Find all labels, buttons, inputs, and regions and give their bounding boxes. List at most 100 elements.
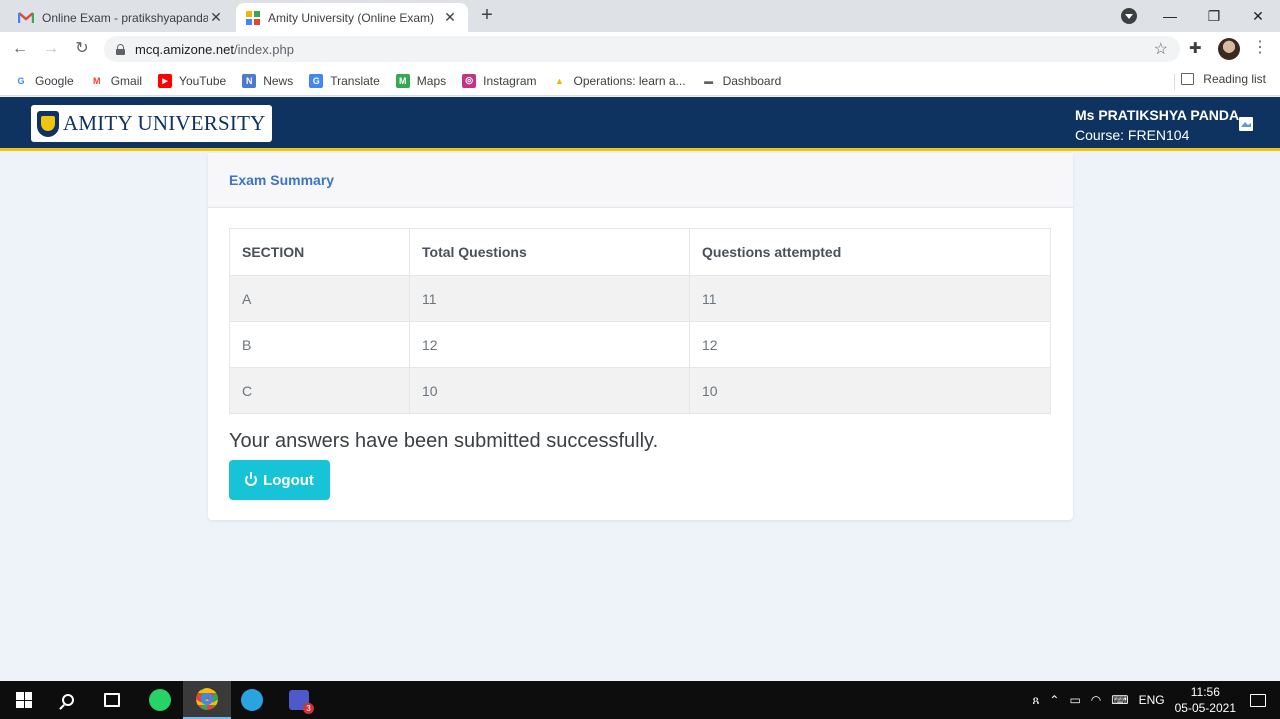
bookmark-gmail[interactable]: M Gmail	[90, 74, 142, 88]
gmail-icon	[17, 11, 35, 24]
people-icon[interactable]: ጸ	[1032, 693, 1039, 708]
total-cell: 11	[409, 275, 690, 322]
wifi-icon[interactable]: ◠	[1091, 693, 1101, 707]
url-path: /index.php	[234, 41, 294, 57]
window-controls: — ❐ ✕	[1148, 0, 1280, 32]
table-header-row: SECTION Total Questions Questions attemp…	[229, 228, 1051, 276]
tab-amity-exam[interactable]: Amity University (Online Exam) ✕	[236, 3, 468, 32]
whatsapp-app[interactable]	[136, 681, 184, 719]
clock-time: 11:56	[1190, 685, 1220, 699]
logout-label: Logout	[263, 471, 314, 489]
teams-app[interactable]: 3	[275, 681, 323, 719]
tab-online-exam[interactable]: Online Exam - pratikshyapanda2... ✕	[8, 3, 234, 32]
bookmark-maps[interactable]: M Maps	[395, 73, 447, 88]
restore-icon[interactable]: ❐	[1192, 8, 1236, 25]
language-indicator[interactable]: ENG	[1139, 693, 1165, 707]
profile-avatar[interactable]	[1218, 38, 1240, 60]
youtube-icon: ▶	[158, 73, 173, 88]
bookmark-instagram[interactable]: ◎ Instagram	[462, 73, 537, 88]
chrome-app[interactable]	[183, 681, 231, 719]
forward-icon[interactable]: →	[40, 38, 62, 60]
bookmark-star-icon[interactable]: ☆	[1154, 39, 1168, 59]
telegram-app[interactable]	[228, 681, 276, 719]
bookmark-label: Dashboard	[722, 73, 782, 88]
bookmark-youtube[interactable]: ▶ YouTube	[158, 73, 227, 88]
table-row: C 10 10	[229, 367, 1051, 414]
clock[interactable]: 11:56 05-05-2021	[1175, 684, 1236, 716]
close-icon[interactable]: ✕	[442, 9, 458, 26]
total-cell: 12	[409, 321, 690, 368]
notification-badge: 3	[303, 703, 314, 714]
new-tab-button[interactable]: +	[476, 4, 498, 27]
lock-icon[interactable]	[116, 43, 125, 55]
keyboard-icon[interactable]: ⌨	[1111, 693, 1128, 707]
reading-list-button[interactable]: Reading list	[1181, 72, 1266, 86]
tab-search-icon[interactable]	[1121, 8, 1137, 24]
extensions-icon[interactable]: ✚	[1189, 39, 1202, 57]
site-header: AMITY UNIVERSITY Ms PRATIKSHYA PANDA Cou…	[0, 97, 1280, 151]
attempted-cell: 12	[689, 321, 1051, 368]
amity-favicon-icon	[246, 10, 260, 25]
user-photo-icon	[1239, 117, 1253, 131]
bookmark-translate[interactable]: G Translate	[309, 73, 380, 88]
tab-title: Amity University (Online Exam)	[268, 10, 435, 25]
section-cell: C	[229, 367, 410, 414]
course-label: Course: FREN104	[1075, 127, 1190, 143]
minimize-icon[interactable]: —	[1148, 8, 1192, 24]
table-row: A 11 11	[229, 275, 1051, 322]
menu-icon[interactable]: ⋮	[1252, 38, 1268, 58]
user-info: Ms PRATIKSHYA PANDA Course: FREN104	[1075, 105, 1239, 145]
amity-shield-icon	[37, 110, 59, 137]
bookmark-label: Maps	[416, 73, 447, 88]
bookmarks-bar: G Google M Gmail ▶ YouTube N News G Translate…	[0, 66, 1280, 96]
back-icon[interactable]: ←	[9, 38, 31, 60]
url-host: mcq.amizone.net	[135, 41, 234, 57]
column-header: Total Questions	[409, 228, 690, 276]
instagram-icon: ◎	[462, 73, 477, 88]
exam-summary-card: Exam Summary SECTION Total Questions Que…	[208, 153, 1073, 520]
logout-button[interactable]: Logout	[229, 460, 330, 500]
reading-list-icon	[1181, 73, 1195, 85]
bookmark-news[interactable]: N News	[242, 73, 294, 88]
section-cell: A	[229, 275, 410, 322]
card-title: Exam Summary	[208, 153, 1073, 208]
reload-icon[interactable]: ↻	[71, 38, 93, 60]
task-view-button[interactable]	[88, 681, 136, 719]
bookmark-label: Instagram	[483, 73, 537, 88]
address-bar[interactable]: mcq.amizone.net/index.php ☆	[104, 36, 1180, 62]
window-close-icon[interactable]: ✕	[1236, 8, 1280, 25]
attempted-cell: 10	[689, 367, 1051, 414]
chevron-up-icon[interactable]: ⌃	[1049, 693, 1059, 707]
chrome-icon	[196, 688, 218, 710]
bookmark-label: Translate	[330, 73, 380, 88]
bookmark-label: News	[263, 73, 294, 88]
column-header: SECTION	[229, 228, 410, 276]
browser-toolbar: ← → ↻ mcq.amizone.net/index.php ☆	[0, 32, 1280, 66]
bookmark-label: Google	[35, 73, 74, 88]
start-button[interactable]	[0, 681, 48, 719]
battery-icon[interactable]: ▭	[1069, 693, 1080, 707]
bookmark-label: YouTube	[179, 73, 227, 88]
gmail-icon: M	[92, 75, 101, 86]
search-button[interactable]	[44, 681, 92, 719]
bookmark-dashboard[interactable]: ▬ Dashboard	[702, 73, 782, 88]
section-cell: B	[229, 321, 410, 368]
bookmark-google[interactable]: G Google	[14, 73, 74, 88]
telegram-icon	[241, 689, 263, 711]
logo-text: AMITY UNIVERSITY	[63, 111, 266, 135]
reading-list-label: Reading list	[1203, 72, 1266, 86]
operations-icon: ▲	[555, 75, 564, 86]
bookmark-operations[interactable]: ▲ Operations: learn a...	[553, 74, 686, 88]
close-icon[interactable]: ✕	[208, 9, 224, 26]
translate-icon: G	[309, 73, 324, 88]
table-row: B 12 12	[229, 321, 1051, 368]
summary-table: SECTION Total Questions Questions attemp…	[229, 228, 1051, 414]
task-view-icon	[104, 693, 120, 707]
clock-date: 05-05-2021	[1174, 701, 1236, 715]
power-icon	[245, 472, 258, 486]
bookmark-label: Gmail	[110, 73, 143, 88]
amity-logo[interactable]: AMITY UNIVERSITY	[31, 105, 272, 142]
attempted-cell: 11	[689, 275, 1051, 322]
notifications-icon[interactable]	[1250, 693, 1266, 707]
bookmarks-divider	[1174, 74, 1175, 90]
